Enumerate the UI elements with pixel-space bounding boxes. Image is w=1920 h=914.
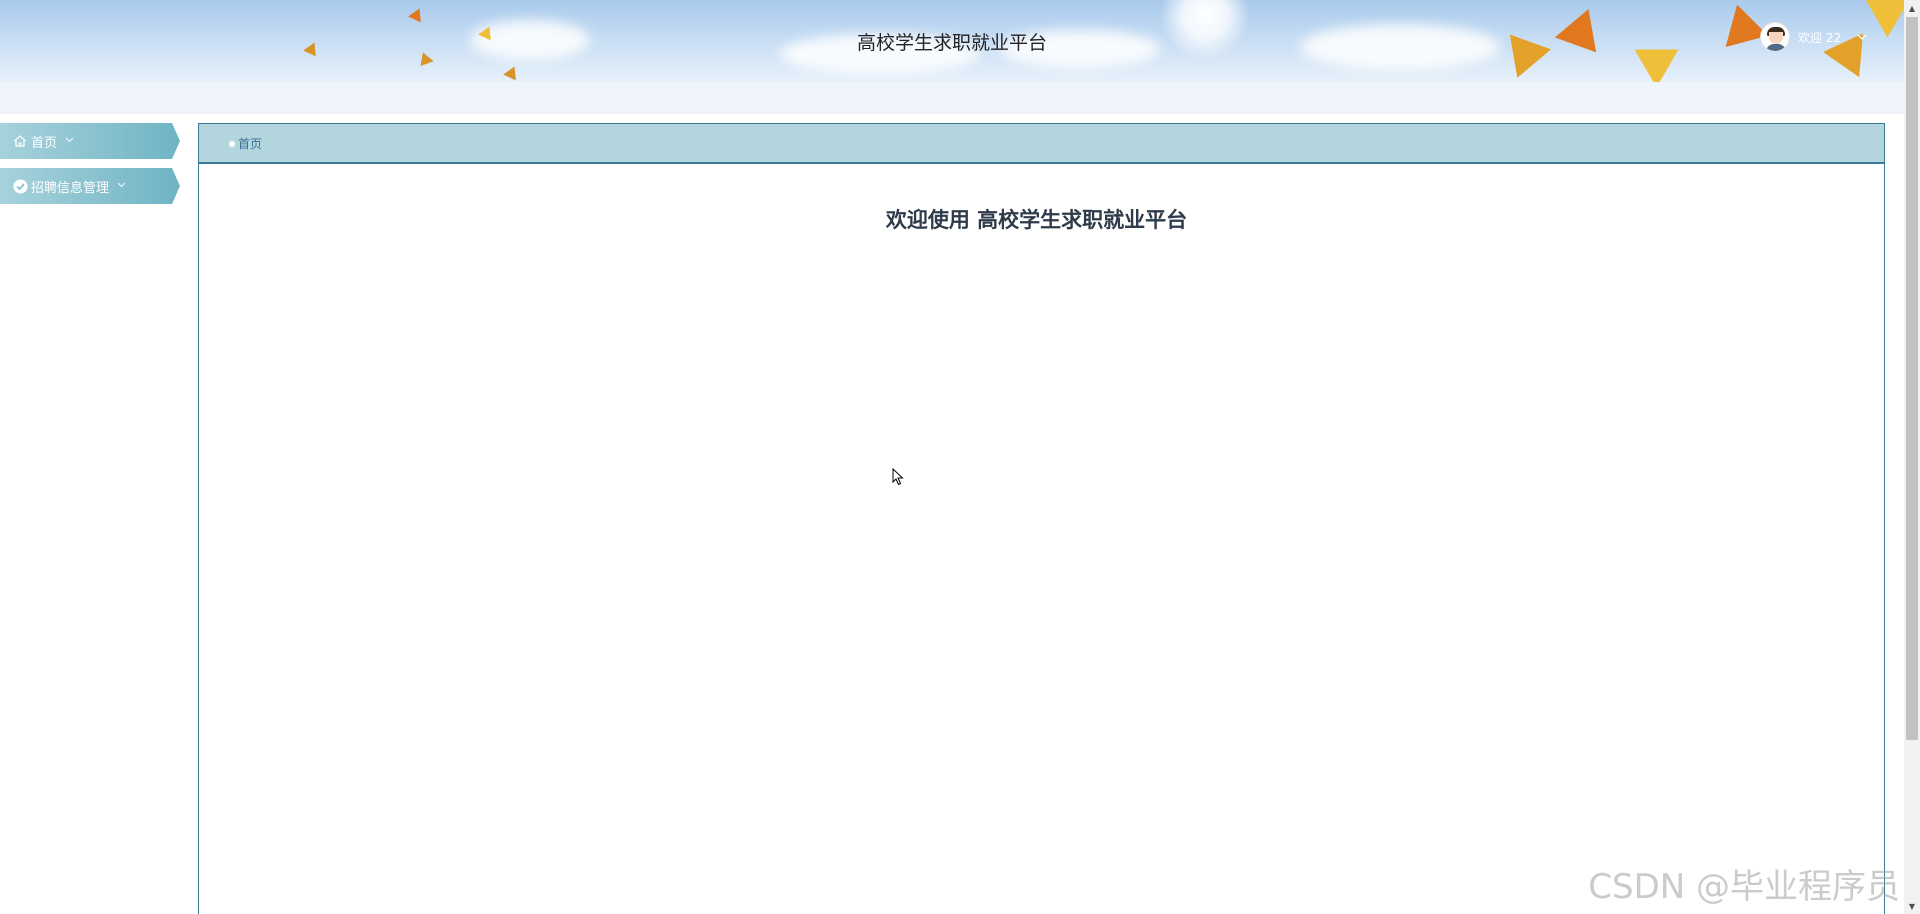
header-strip	[0, 82, 1904, 114]
mouse-cursor-icon	[892, 467, 904, 490]
sidebar-item-home[interactable]: 首页	[0, 123, 180, 159]
user-greeting[interactable]: 欢迎 22	[1798, 29, 1841, 46]
main-content: 首页 欢迎使用 高校学生求职就业平台	[198, 123, 1885, 914]
watermark: CSDN @毕业程序员	[1588, 867, 1900, 907]
sidebar: 首页 招聘信息管理	[0, 123, 180, 213]
chevron-down-icon	[117, 181, 126, 191]
sidebar-item-label: 招聘信息管理	[31, 180, 110, 196]
breadcrumb-home-link[interactable]: 首页	[238, 135, 262, 152]
scroll-down-icon[interactable]: ▼	[1904, 898, 1920, 914]
leaf-decoration	[503, 63, 521, 81]
chevron-down-icon[interactable]	[1857, 32, 1867, 43]
home-icon	[12, 133, 28, 149]
breadcrumb-dot-icon	[229, 141, 235, 147]
site-title: 高校学生求职就业平台	[856, 32, 1047, 54]
user-menu[interactable]: 欢迎 22	[1760, 22, 1867, 52]
chevron-down-icon	[65, 136, 74, 146]
vertical-scrollbar[interactable]: ▲ ▼	[1904, 0, 1920, 914]
avatar[interactable]	[1760, 22, 1790, 52]
breadcrumb: 首页	[199, 124, 1884, 164]
check-circle-icon	[12, 178, 28, 194]
sidebar-item-recruitment-management[interactable]: 招聘信息管理	[0, 168, 180, 204]
leaf-decoration	[408, 5, 426, 23]
header-banner: 高校学生求职就业平台 欢迎 22	[0, 0, 1904, 82]
scroll-up-icon[interactable]: ▲	[1904, 0, 1920, 16]
sidebar-item-label: 首页	[31, 135, 58, 151]
scroll-thumb[interactable]	[1906, 17, 1918, 740]
welcome-heading: 欢迎使用 高校学生求职就业平台	[885, 208, 1188, 232]
